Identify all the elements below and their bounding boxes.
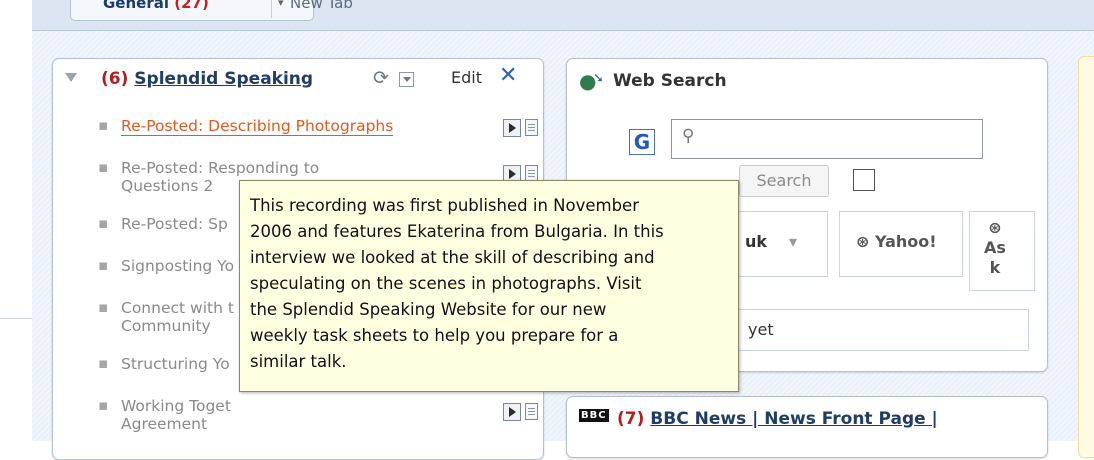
collapse-arrow-icon[interactable] <box>65 73 77 82</box>
engine-yahoo-text: Yahoo! <box>874 232 937 251</box>
feed-item-link[interactable]: Re-Posted: Describing Photographs <box>121 117 394 136</box>
tab-new[interactable]: New Tab <box>290 0 380 20</box>
play-icon[interactable] <box>503 403 521 421</box>
feed-item-link[interactable]: Working Toget Agreement <box>121 397 231 433</box>
tooltip-line: speculating on the scenes in photographs… <box>250 274 642 293</box>
tooltip-line: interview we looked at the skill of desc… <box>250 248 655 267</box>
bullet-icon: ▪ <box>98 396 109 414</box>
widget-title: (7) BBC News | News Front Page | <box>617 409 938 429</box>
feed-item-link[interactable]: Connect with t Community <box>121 299 234 335</box>
widget-header: (6) Splendid Speaking ⟳ Edit ✕ <box>53 59 543 103</box>
chevron-down-icon[interactable]: ▾ <box>789 232 797 251</box>
feed-item-line2: Community <box>121 317 211 335</box>
feed-item-link[interactable]: Structuring Yo <box>121 355 230 373</box>
engine-ask-line2: k <box>989 258 1001 277</box>
tab-general-label: General <box>103 0 169 12</box>
widget-menu-icon[interactable] <box>399 72 414 87</box>
tooltip-line: weekly task sheets to help you prepare f… <box>250 326 619 345</box>
left-sidebar <box>0 0 33 441</box>
bullet-icon: ▪ <box>98 116 109 134</box>
tab-general[interactable]: General (27) ▾ <box>70 0 314 21</box>
tooltip-line: the Splendid Speaking Website for our ne… <box>250 300 607 319</box>
engine-uk-label: uk <box>745 232 768 251</box>
results-text: yet <box>748 320 774 339</box>
feed-item-link[interactable]: Re-Posted: Sp <box>121 215 228 233</box>
unread-count: (6) <box>101 69 129 89</box>
unread-count: (7) <box>617 409 645 429</box>
chevron-down-icon[interactable]: ▾ <box>271 0 284 18</box>
refresh-icon[interactable]: ⟳ <box>373 67 389 89</box>
new-window-checkbox[interactable] <box>853 169 875 191</box>
tooltip-line: 2006 and features Ekaterina from Bulgari… <box>250 222 664 241</box>
feed-item-line2: Agreement <box>121 415 208 433</box>
sidebar-divider <box>0 318 32 319</box>
feed-item-line1: Working Toget <box>121 397 231 415</box>
notes-widget-edge <box>1078 56 1094 458</box>
bbc-logo-icon: BBC <box>579 409 609 422</box>
engine-tab-uk[interactable]: uk ▾ <box>737 211 828 277</box>
engine-tab-ask[interactable]: ⊛ As k <box>969 211 1035 291</box>
feed-item-line1: Connect with t <box>121 299 234 317</box>
bullet-icon: ▪ <box>98 256 109 274</box>
close-icon[interactable]: ✕ <box>499 63 517 88</box>
widget-title-link[interactable]: BBC News | News Front Page | <box>650 409 937 429</box>
engine-ask-line1: As <box>984 238 1006 257</box>
engine-tab-yahoo[interactable]: ⊛ Yahoo! <box>839 211 963 277</box>
bullet-icon: ▪ <box>98 354 109 372</box>
feed-item-link[interactable]: Signposting Yo <box>121 257 234 275</box>
document-icon[interactable] <box>525 403 538 420</box>
widget-title: Web Search <box>613 71 727 91</box>
bullet-icon: ▪ <box>98 158 109 176</box>
bullet-icon: ▪ <box>98 214 109 232</box>
widget-title-link[interactable]: Splendid Speaking <box>134 69 313 89</box>
edit-link[interactable]: Edit <box>451 68 482 87</box>
play-icon[interactable] <box>503 119 521 137</box>
feed-item-tooltip: This recording was first published in No… <box>239 180 739 392</box>
widget-title: (6) Splendid Speaking <box>101 69 313 89</box>
feed-item-line1: Re-Posted: Responding to <box>121 159 320 177</box>
tab-general-count: (27) <box>174 0 209 12</box>
google-logo-icon: G <box>629 129 655 155</box>
search-results-box: yet <box>737 309 1029 351</box>
feed-item-line2: Questions 2 <box>121 177 214 195</box>
search-button[interactable]: Search <box>739 165 829 197</box>
bbc-news-widget: BBC (7) BBC News | News Front Page | <box>566 396 1048 458</box>
engine-yahoo-label: ⊛ Yahoo! <box>856 232 937 251</box>
bullet-icon: ▪ <box>98 298 109 316</box>
engine-ask-label: ⊛ As k <box>984 218 1006 277</box>
tab-strip: General (27) ▾ New Tab <box>32 0 1094 31</box>
tooltip-line: This recording was first published in No… <box>250 196 639 215</box>
tab-new-label: New Tab <box>290 0 353 12</box>
tooltip-line: similar talk. <box>250 352 347 371</box>
document-icon[interactable] <box>525 119 538 136</box>
search-icon: ⚲ <box>682 126 695 146</box>
globe-search-icon: ● <box>579 69 605 93</box>
search-input[interactable]: ⚲ <box>671 119 983 159</box>
